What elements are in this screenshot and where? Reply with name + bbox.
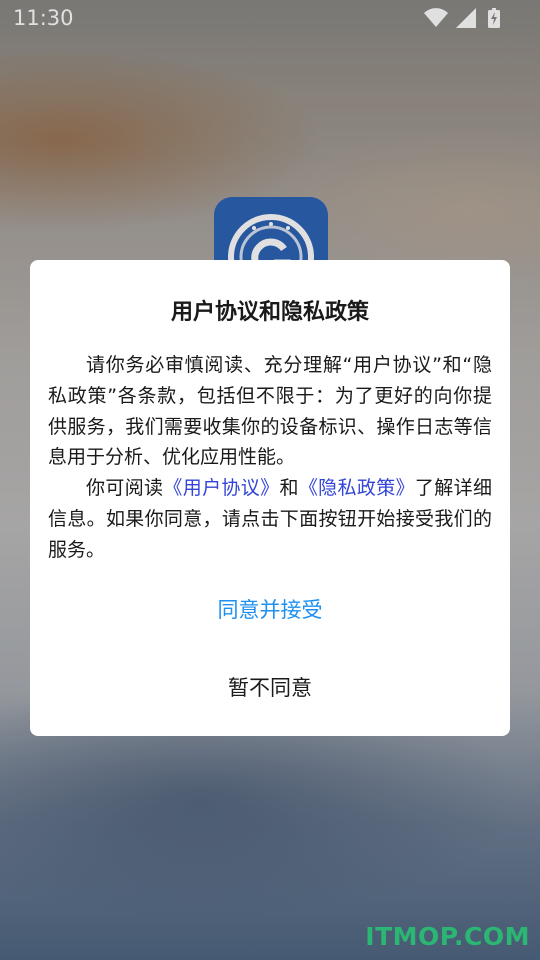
dialog-body: 请你务必审慎阅读、充分理解“用户协议”和“隐私政策”各条款，包括但不限于：为了更… [48, 350, 492, 566]
disagree-button[interactable]: 暂不同意 [30, 672, 510, 702]
paragraph-2-and: 和 [279, 477, 299, 500]
dialog-paragraph-2: 你可阅读《用户协议》和《隐私政策》了解详细信息。如果你同意，请点击下面按钮开始接… [48, 473, 492, 565]
agree-button[interactable]: 同意并接受 [30, 594, 510, 624]
user-agreement-link[interactable]: 《用户协议》 [163, 477, 279, 499]
watermark-text: ITMOP.COM [365, 922, 530, 951]
dialog-paragraph-1: 请你务必审慎阅读、充分理解“用户协议”和“隐私政策”各条款，包括但不限于：为了更… [48, 354, 492, 469]
dialog-title: 用户协议和隐私政策 [170, 300, 369, 325]
paragraph-2-prefix: 你可阅读 [86, 477, 164, 500]
privacy-policy-link[interactable]: 《隐私政策》 [299, 477, 415, 499]
